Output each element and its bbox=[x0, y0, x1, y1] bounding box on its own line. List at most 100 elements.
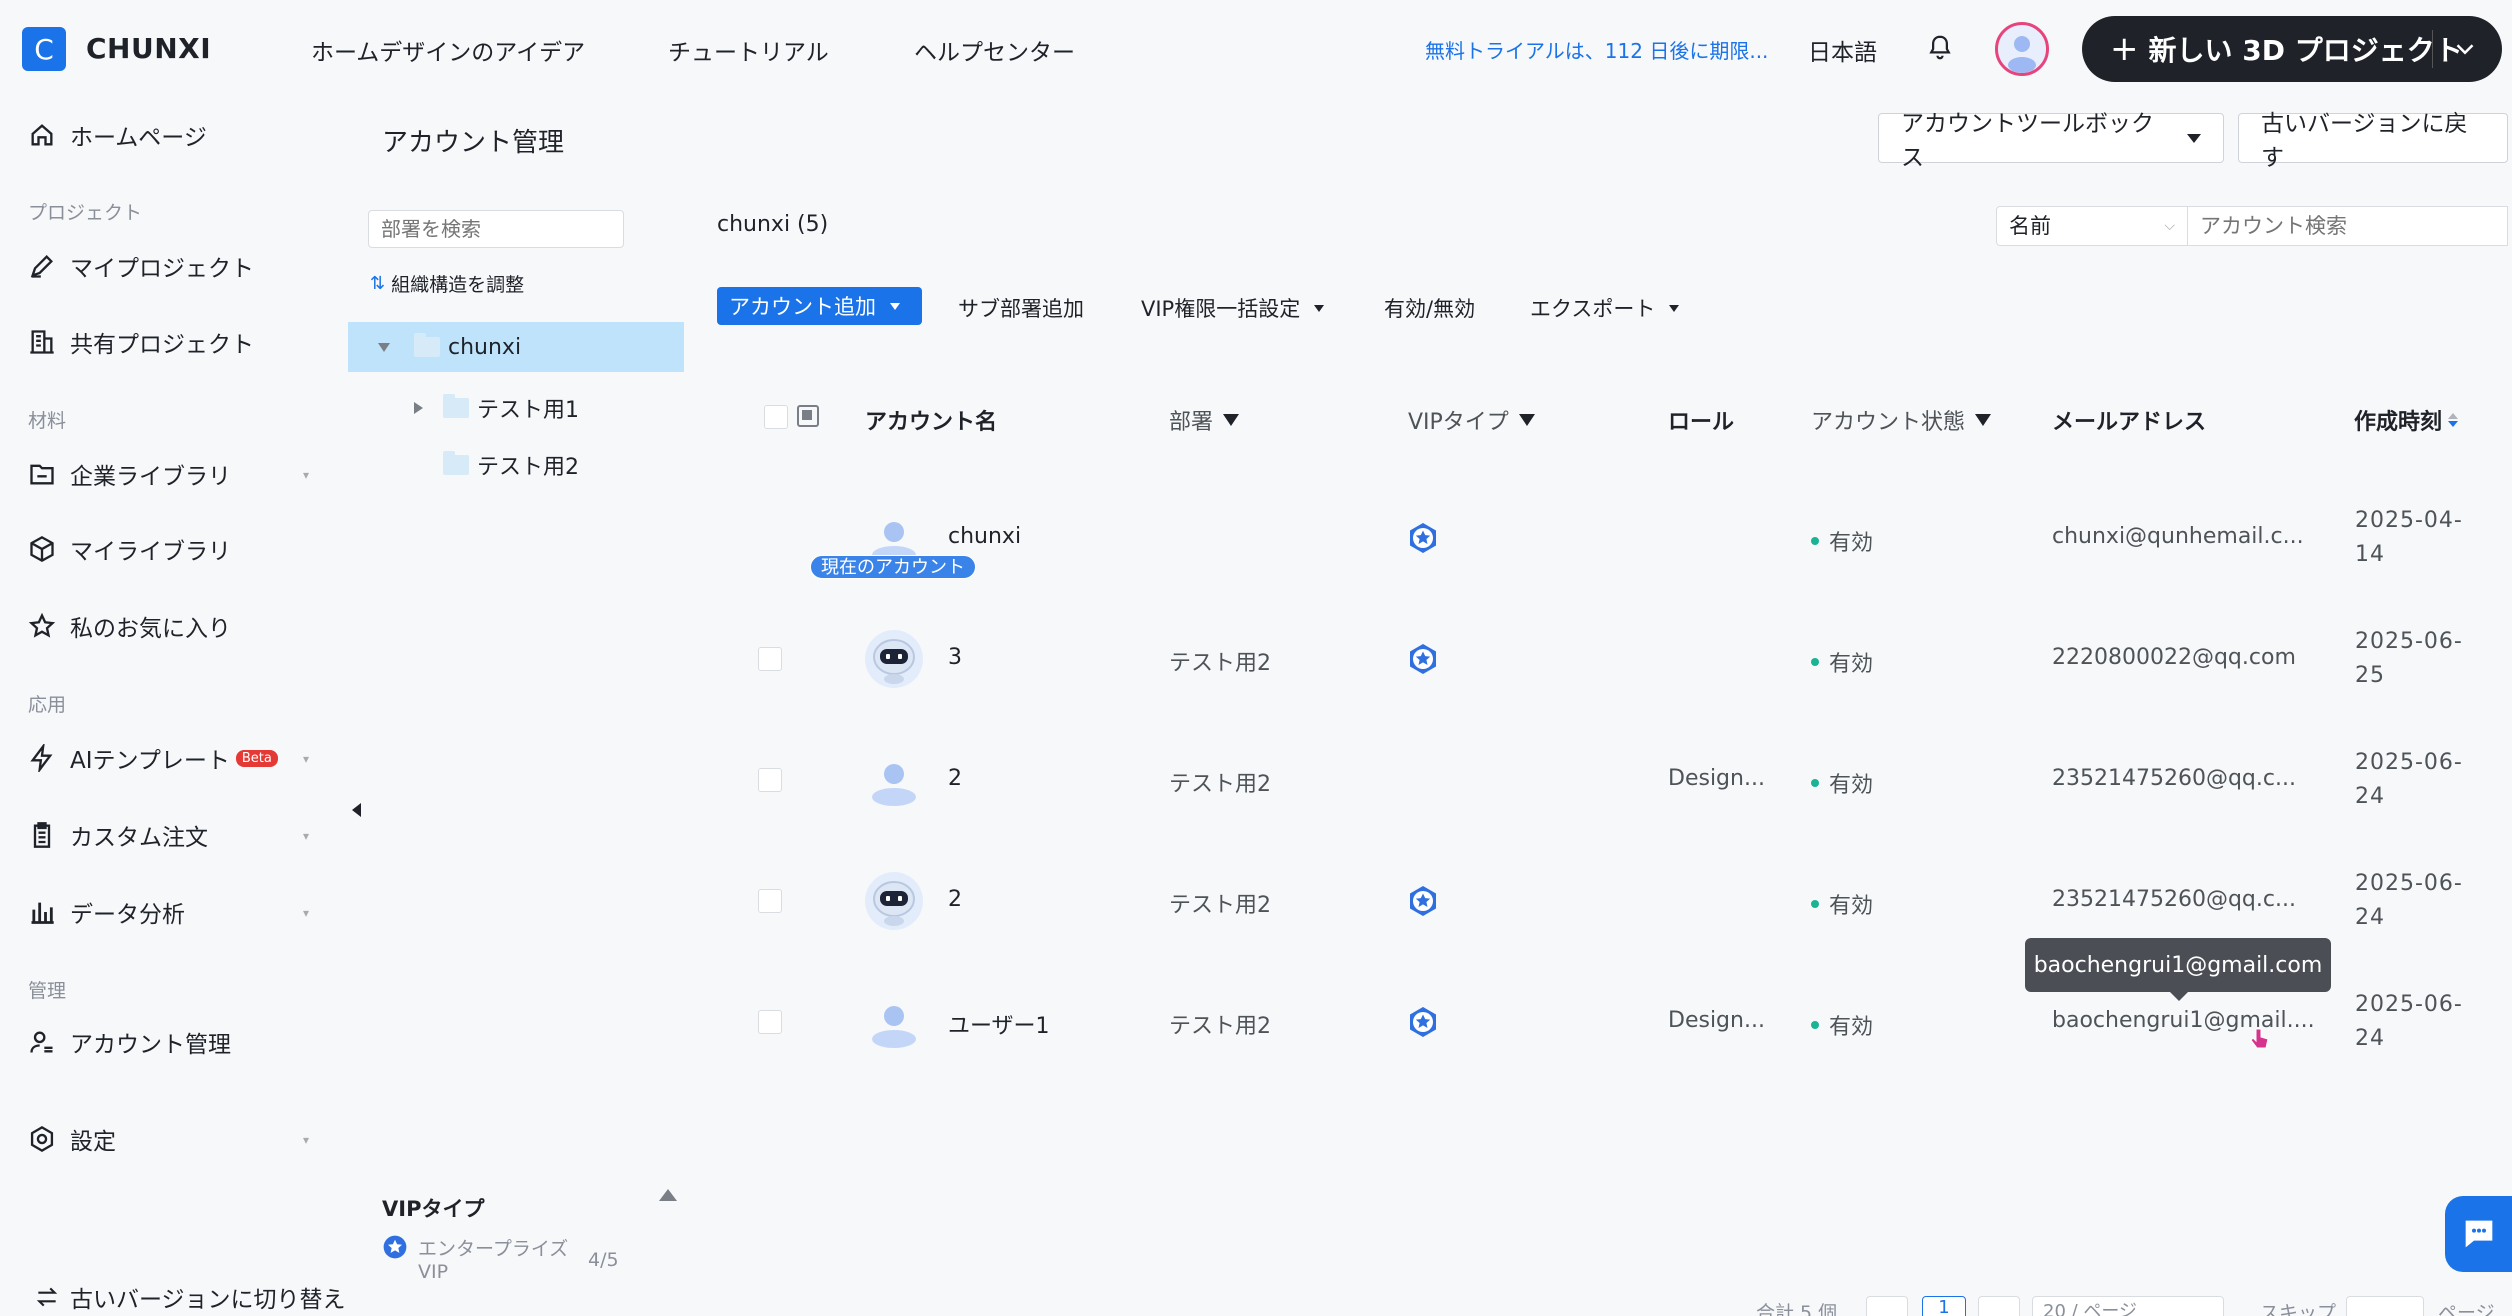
sort-icon[interactable] bbox=[2448, 413, 2459, 427]
nav-help-center[interactable]: ヘルプセンター bbox=[914, 33, 1075, 67]
pager-next-button[interactable] bbox=[1978, 1296, 2020, 1316]
chat-support-button[interactable] bbox=[2445, 1196, 2512, 1272]
cell-email[interactable]: 23521475260@qq.c... bbox=[2052, 887, 2296, 912]
chevron-down-icon[interactable]: ▾ bbox=[303, 829, 309, 843]
cell-status: 有効 bbox=[1811, 767, 1873, 799]
sort-arrows-icon: ⇅ bbox=[370, 273, 386, 294]
tree-node-chunxi[interactable]: chunxi bbox=[348, 322, 684, 372]
col-header-status[interactable]: アカウント状態 bbox=[1811, 404, 1992, 436]
new-3d-project-button[interactable]: + 新しい 3D プロジェクト bbox=[2082, 16, 2502, 82]
add-account-button[interactable]: アカウント追加 bbox=[717, 287, 922, 325]
pager-prev-button[interactable] bbox=[1866, 1296, 1908, 1316]
sidebar-item-favorites[interactable]: 私のお気に入り bbox=[28, 606, 231, 646]
adjust-org-structure-link[interactable]: ⇅ 組織構造を調整 bbox=[370, 270, 524, 297]
switch-old-version-link[interactable]: 古いバージョンに切り替え bbox=[34, 1280, 346, 1314]
user-avatar[interactable] bbox=[1995, 22, 2049, 76]
language-selector[interactable]: 日本語 bbox=[1808, 33, 1877, 67]
select-page-icon[interactable] bbox=[797, 405, 819, 427]
trial-notice-link[interactable]: 無料トライアルは、112 日後に期限... bbox=[1425, 35, 1768, 64]
cell-email[interactable]: 23521475260@qq.c... bbox=[2052, 766, 2296, 791]
chevron-down-icon[interactable]: ▾ bbox=[303, 752, 309, 766]
dept-search-input[interactable] bbox=[368, 210, 624, 248]
revert-old-version-button[interactable]: 古いバージョンに戻す bbox=[2238, 111, 2508, 171]
row-checkbox[interactable] bbox=[758, 1010, 782, 1034]
col-header-department[interactable]: 部署 bbox=[1169, 404, 1240, 436]
cell-account-name[interactable]: 3 bbox=[948, 645, 962, 670]
vip-bulk-label: VIP権限一括設定 bbox=[1141, 297, 1301, 321]
tree-node-test2[interactable]: テスト用2 bbox=[443, 449, 579, 481]
filter-caret-icon[interactable] bbox=[1518, 414, 1535, 426]
enable-disable-label: 有効/無効 bbox=[1384, 297, 1476, 321]
person-avatar-icon bbox=[872, 1006, 916, 1048]
sidebar-item-account-management[interactable]: アカウント管理 bbox=[28, 1022, 231, 1062]
button-divider bbox=[2432, 30, 2433, 68]
sidebar-item-data-analysis[interactable]: データ分析 bbox=[28, 892, 185, 932]
nav-home-design-ideas[interactable]: ホームデザインのアイデア bbox=[311, 33, 585, 67]
sidebar-item-label: 企業ライブラリ bbox=[70, 464, 231, 490]
switch-icon bbox=[36, 1287, 58, 1307]
row-checkbox[interactable] bbox=[758, 647, 782, 671]
select-all-checkbox[interactable] bbox=[764, 405, 788, 429]
sidebar-item-enterprise-library[interactable]: 企業ライブラリ bbox=[28, 454, 231, 494]
add-sub-dept-button[interactable]: サブ部署追加 bbox=[958, 293, 1084, 323]
collapse-sidebar-icon[interactable] bbox=[352, 803, 361, 817]
sidebar-item-settings[interactable]: 設定 bbox=[28, 1119, 116, 1159]
cell-email[interactable]: chunxi@qunhemail.c... bbox=[2052, 524, 2304, 549]
col-header-created[interactable]: 作成時刻 bbox=[2354, 404, 2459, 436]
search-field-value: 名前 bbox=[2009, 214, 2051, 238]
sidebar-item-my-library[interactable]: マイライブラリ bbox=[28, 529, 231, 569]
nav-tutorials[interactable]: チュートリアル bbox=[668, 33, 829, 67]
cell-account-name[interactable]: chunxi bbox=[948, 524, 1021, 549]
cell-email[interactable]: 2220800022@qq.com bbox=[2052, 645, 2296, 670]
folder-icon bbox=[443, 394, 469, 418]
chevron-down-icon[interactable]: ▾ bbox=[303, 1133, 309, 1147]
sidebar-item-label: ホームページ bbox=[70, 125, 207, 151]
vip-bulk-button[interactable]: VIP権限一括設定 bbox=[1141, 293, 1325, 323]
pager-page-1[interactable]: 1 bbox=[1922, 1296, 1966, 1316]
chevron-down-icon[interactable]: ▾ bbox=[303, 906, 309, 920]
search-field-select[interactable]: 名前 ⌵ bbox=[1996, 206, 2188, 246]
export-button[interactable]: エクスポート bbox=[1530, 293, 1680, 323]
star-icon bbox=[28, 612, 56, 638]
sidebar-item-my-projects[interactable]: マイプロジェクト bbox=[28, 246, 254, 286]
account-toolbox-button[interactable]: アカウントツールボックス bbox=[1878, 111, 2224, 171]
sidebar-item-home[interactable]: ホームページ bbox=[28, 115, 207, 155]
cell-department: テスト用2 bbox=[1169, 1014, 1271, 1039]
add-account-label: アカウント追加 bbox=[729, 295, 876, 319]
bell-icon[interactable] bbox=[1925, 32, 1955, 64]
sidebar-item-label: 共有プロジェクト bbox=[70, 332, 254, 358]
filter-caret-icon[interactable] bbox=[1975, 414, 1992, 426]
vip-star-icon bbox=[1410, 886, 1436, 916]
enable-disable-button[interactable]: 有効/無効 bbox=[1384, 293, 1475, 323]
page-title: アカウント管理 bbox=[382, 128, 565, 158]
collapse-panel-icon[interactable] bbox=[659, 1189, 677, 1201]
tree-node-test1[interactable]: テスト用1 bbox=[414, 392, 579, 424]
pager-page-size-select[interactable]: 20 / ページ bbox=[2032, 1296, 2224, 1316]
cell-account-name[interactable]: 2 bbox=[948, 887, 962, 912]
row-checkbox[interactable] bbox=[758, 889, 782, 913]
sidebar-item-ai-templates[interactable]: AIテンプレート Beta bbox=[28, 738, 278, 778]
brand-name[interactable]: CHUNXI bbox=[86, 32, 211, 65]
sidebar-item-custom-orders[interactable]: カスタム注文 bbox=[28, 815, 208, 855]
expand-caret-icon[interactable] bbox=[378, 342, 390, 352]
sidebar-item-shared-projects[interactable]: 共有プロジェクト bbox=[28, 322, 254, 362]
cell-email[interactable]: baochengrui1@gmail.... bbox=[2052, 1008, 2315, 1033]
chevron-down-icon[interactable] bbox=[2450, 34, 2480, 64]
building-icon bbox=[30, 330, 54, 354]
account-search-input[interactable] bbox=[2188, 206, 2508, 246]
chat-icon bbox=[2465, 1220, 2492, 1248]
expand-caret-icon[interactable] bbox=[414, 402, 423, 414]
cell-account-name[interactable]: 2 bbox=[948, 766, 962, 791]
caret-down-icon bbox=[1314, 304, 1325, 312]
vip-star-icon bbox=[1410, 523, 1436, 553]
pager-skip-input[interactable] bbox=[2346, 1296, 2424, 1316]
row-checkbox[interactable] bbox=[758, 768, 782, 792]
cell-account-name[interactable]: ユーザー1 bbox=[948, 1008, 1050, 1040]
cell-status: 有効 bbox=[1811, 646, 1873, 678]
filter-caret-icon[interactable] bbox=[1223, 414, 1240, 426]
sidebar-item-label: アカウント管理 bbox=[70, 1032, 231, 1058]
logo-icon[interactable]: C bbox=[22, 27, 66, 71]
col-header-vip-type[interactable]: VIPタイプ bbox=[1408, 404, 1535, 436]
chevron-down-icon[interactable]: ▾ bbox=[303, 468, 309, 482]
revert-old-version-label: 古いバージョンに戻す bbox=[2261, 111, 2468, 171]
